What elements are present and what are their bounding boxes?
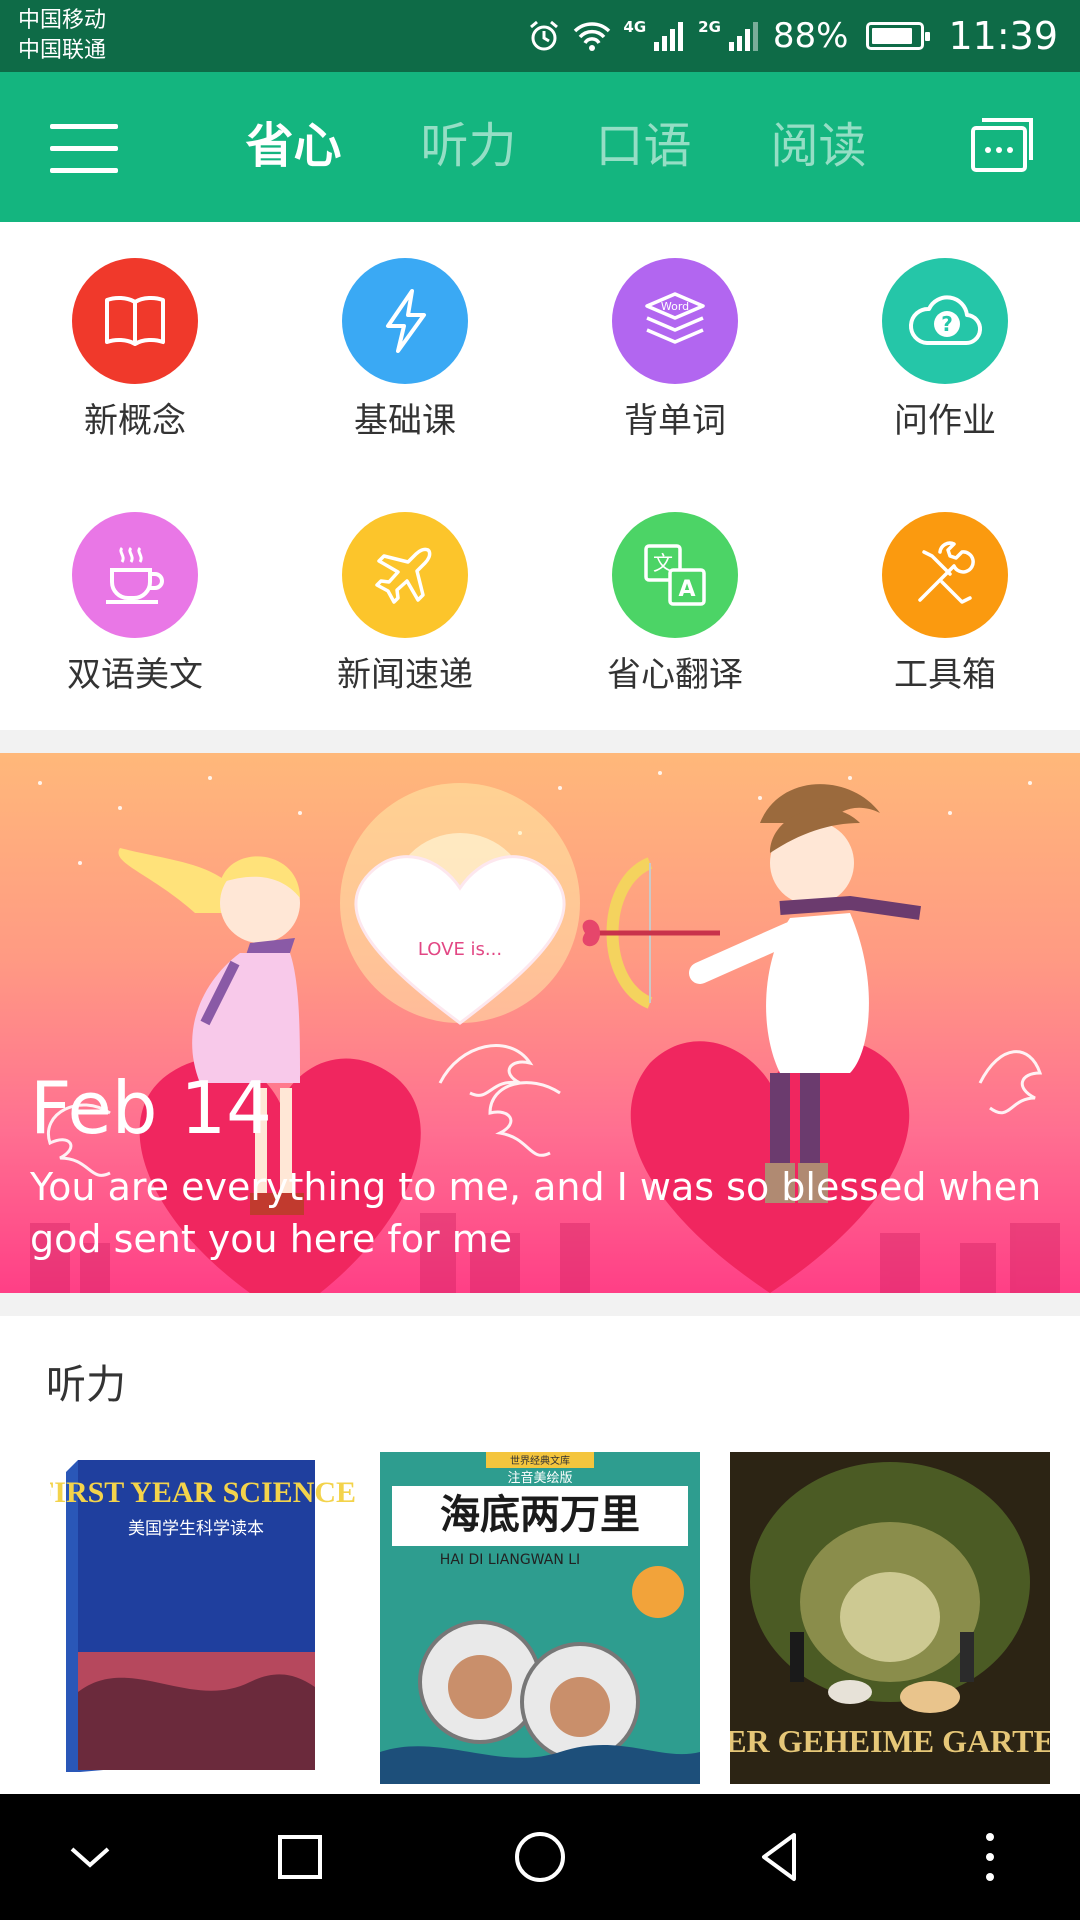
feature-grid: 新概念 基础课 Word 背单词 ? 问作业 双语美文 新闻速递 文A 省心翻译 [0, 222, 1080, 730]
heart-text: LOVE is... [418, 939, 502, 960]
tab-listening[interactable]: 听力 [381, 114, 556, 178]
grid-item-homework[interactable]: ? 问作业 [845, 258, 1045, 442]
carrier-1: 中国移动 [18, 8, 107, 33]
battery-icon [866, 22, 931, 50]
book-title: 海底两万里 [440, 1491, 640, 1538]
signal-icon-1 [652, 20, 686, 52]
grid-label: 基础课 [354, 401, 456, 441]
grid-label: 背单词 [624, 401, 726, 441]
grid-item-basic-course[interactable]: 基础课 [305, 258, 505, 442]
grid-item-toolbox[interactable]: 工具箱 [845, 512, 1045, 696]
back-icon[interactable] [750, 1827, 810, 1887]
tab-shengxin[interactable]: 省心 [206, 114, 381, 178]
book-edition: 注音美绘版 [507, 1470, 572, 1486]
svg-text:?: ? [941, 312, 953, 336]
word-stack-icon: Word [612, 258, 738, 384]
book-title: FIRST YEAR SCIENCE [50, 1476, 356, 1509]
grid-label: 工具箱 [894, 655, 996, 695]
status-icons: 4G 2G 88% 11:39 [527, 10, 1058, 62]
question-cloud-icon: ? [882, 258, 1008, 384]
battery-percent: 88% [772, 16, 849, 56]
grid-item-news[interactable]: 新闻速递 [305, 512, 505, 696]
carrier-2: 中国联通 [18, 38, 107, 63]
banner-date: Feb 14 [30, 1066, 272, 1150]
book-cover-geheime-garten[interactable]: DER GEHEIME GARTEN [730, 1452, 1050, 1784]
book-icon [72, 258, 198, 384]
recent-apps-icon[interactable] [270, 1827, 330, 1887]
alarm-icon [527, 19, 561, 53]
book-cover-20000-leagues[interactable]: 世界经典文库 注音美绘版 海底两万里 HAI DI LIANGWAN LI [380, 1452, 700, 1784]
chevron-down-icon[interactable] [60, 1827, 120, 1887]
grid-item-new-concept[interactable]: 新概念 [35, 258, 235, 442]
grid-label: 问作业 [894, 401, 996, 441]
coffee-icon [72, 512, 198, 638]
svg-text:A: A [678, 577, 695, 602]
system-nav-bar [0, 1794, 1080, 1920]
app-bar: 省心 听力 口语 阅读 [0, 72, 1080, 222]
tools-icon [882, 512, 1008, 638]
tab-reading[interactable]: 阅读 [731, 114, 906, 178]
menu-button[interactable] [50, 124, 120, 174]
grid-label: 双语美文 [67, 655, 203, 695]
chat-icon [971, 118, 1033, 172]
top-tabs: 省心 听力 口语 阅读 [206, 114, 906, 178]
network-type-1: 4G [623, 18, 647, 36]
listening-section: 听力 FIRST YEAR SCIENCE 美国学生科学读本 世界经典文库 注音… [0, 1316, 1080, 1796]
home-icon[interactable] [510, 1827, 570, 1887]
book-subtitle: 美国学生科学读本 [128, 1519, 264, 1539]
status-bar: 中国移动 中国联通 4G 2G 88% 11:39 [0, 0, 1080, 72]
translate-icon: 文A [612, 512, 738, 638]
clock: 11:39 [948, 14, 1058, 58]
book-series: 世界经典文库 [510, 1454, 570, 1467]
book-cover-first-year-science[interactable]: FIRST YEAR SCIENCE 美国学生科学读本 [50, 1452, 370, 1784]
section-title: 听力 [46, 1362, 126, 1408]
message-button[interactable] [970, 116, 1034, 174]
wifi-icon [573, 20, 611, 52]
book-title: DER GEHEIME GARTEN [730, 1723, 1050, 1759]
grid-label: 新闻速递 [337, 655, 473, 695]
banner-quote: You are everything to me, and I was so b… [30, 1165, 1042, 1261]
grid-item-vocabulary[interactable]: Word 背单词 [575, 258, 775, 442]
carriers: 中国移动 中国联通 [18, 6, 106, 66]
valentine-banner[interactable]: LOVE is... Feb 14 You are everything to … [0, 753, 1080, 1293]
signal-icon-2 [727, 20, 761, 52]
airplane-icon [342, 512, 468, 638]
lightning-icon [342, 258, 468, 384]
more-icon[interactable] [960, 1827, 1020, 1887]
grid-label: 省心翻译 [607, 655, 743, 695]
svg-text:文: 文 [653, 551, 673, 575]
network-type-2: 2G [698, 18, 721, 36]
tab-speaking[interactable]: 口语 [556, 114, 731, 178]
grid-item-bilingual-essays[interactable]: 双语美文 [35, 512, 235, 696]
book-subtitle: HAI DI LIANGWAN LI [440, 1552, 580, 1568]
svg-text:Word: Word [661, 300, 689, 313]
grid-label: 新概念 [84, 401, 186, 441]
grid-item-translate[interactable]: 文A 省心翻译 [575, 512, 775, 696]
